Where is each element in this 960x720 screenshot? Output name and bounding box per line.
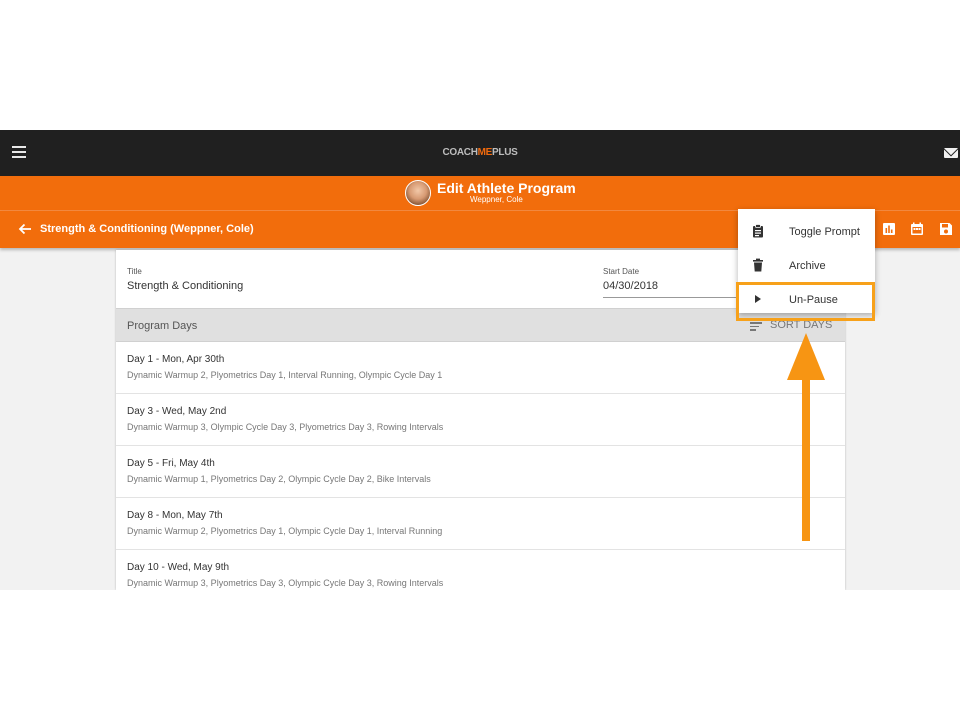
athlete-avatar bbox=[405, 180, 431, 206]
day-title: Day 8 - Mon, May 7th bbox=[127, 510, 223, 521]
clipboard-icon bbox=[753, 224, 763, 238]
page-header: Edit Athlete Program Weppner, Cole bbox=[0, 176, 960, 211]
logo-text-me: ME bbox=[477, 147, 493, 158]
start-date-label: Start Date bbox=[603, 267, 640, 276]
day-title: Day 10 - Wed, May 9th bbox=[127, 562, 230, 573]
back-arrow-icon[interactable] bbox=[18, 222, 32, 236]
mail-icon[interactable] bbox=[944, 148, 958, 158]
chart-icon[interactable] bbox=[882, 222, 896, 236]
callout-arrow-head bbox=[787, 333, 825, 380]
athlete-name: Weppner, Cole bbox=[470, 195, 523, 204]
callout-arrow-shaft bbox=[802, 376, 810, 541]
callout-highlight-box bbox=[736, 282, 875, 321]
page-title: Edit Athlete Program bbox=[437, 180, 576, 196]
day-list-item[interactable]: Day 5 - Fri, May 4th Dynamic Warmup 1, P… bbox=[116, 446, 845, 498]
program-name: Strength & Conditioning (Weppner, Cole) bbox=[40, 223, 254, 235]
menu-item-label: Archive bbox=[789, 260, 826, 272]
trash-icon bbox=[753, 258, 763, 272]
day-workouts: Dynamic Warmup 2, Plyometrics Day 1, Int… bbox=[127, 370, 443, 380]
save-icon[interactable] bbox=[939, 222, 953, 236]
day-workouts: Dynamic Warmup 3, Plyometrics Day 3, Oly… bbox=[127, 578, 444, 588]
top-app-bar: COACHMEPLUS bbox=[0, 130, 960, 176]
menu-item-toggle-prompt[interactable]: Toggle Prompt bbox=[738, 214, 875, 248]
day-title: Day 5 - Fri, May 4th bbox=[127, 458, 215, 469]
logo-text-plus: PLUS bbox=[492, 147, 518, 158]
program-days-title: Program Days bbox=[127, 320, 198, 332]
app-logo: COACHMEPLUS bbox=[0, 147, 960, 158]
title-label: Title bbox=[127, 267, 142, 276]
day-list-item[interactable]: Day 8 - Mon, May 7th Dynamic Warmup 2, P… bbox=[116, 498, 845, 550]
logo-text-coach: COACH bbox=[442, 147, 478, 158]
calendar-icon[interactable] bbox=[910, 222, 924, 236]
day-workouts: Dynamic Warmup 1, Plyometrics Day 2, Oly… bbox=[127, 474, 431, 484]
day-list-item[interactable]: Day 3 - Wed, May 2nd Dynamic Warmup 3, O… bbox=[116, 394, 845, 446]
day-list-item[interactable]: Day 1 - Mon, Apr 30th Dynamic Warmup 2, … bbox=[116, 342, 845, 394]
day-workouts: Dynamic Warmup 2, Plyometrics Day 1, Oly… bbox=[127, 526, 443, 536]
day-workouts: Dynamic Warmup 3, Olympic Cycle Day 3, P… bbox=[127, 422, 444, 432]
menu-item-archive[interactable]: Archive bbox=[738, 248, 875, 282]
day-title: Day 1 - Mon, Apr 30th bbox=[127, 354, 225, 365]
title-field[interactable]: Strength & Conditioning bbox=[127, 280, 243, 292]
day-title: Day 3 - Wed, May 2nd bbox=[127, 406, 227, 417]
day-list-item[interactable]: Day 10 - Wed, May 9th Dynamic Warmup 3, … bbox=[116, 550, 845, 590]
start-date-field[interactable]: 04/30/2018 bbox=[603, 280, 658, 292]
menu-item-label: Toggle Prompt bbox=[789, 226, 860, 238]
sort-icon bbox=[750, 322, 762, 331]
start-date-underline bbox=[603, 297, 753, 298]
